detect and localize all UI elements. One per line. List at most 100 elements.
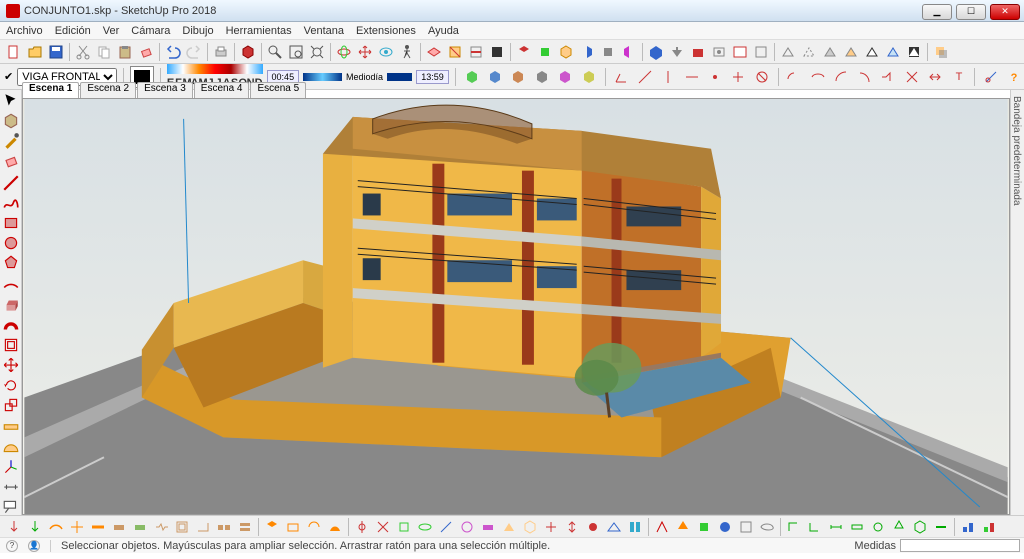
bt24-icon[interactable]: [499, 517, 519, 537]
c5-icon[interactable]: [878, 67, 897, 87]
minimize-button[interactable]: ▁: [922, 4, 952, 20]
bt10-icon[interactable]: [193, 517, 213, 537]
isoview-icon[interactable]: [556, 42, 576, 62]
sectiondisplay-icon[interactable]: [445, 42, 465, 62]
arc-tool-icon[interactable]: [2, 274, 20, 292]
bt21-icon[interactable]: [436, 517, 456, 537]
bt31-icon[interactable]: [652, 517, 672, 537]
frontview-icon[interactable]: [535, 42, 555, 62]
leftview-icon[interactable]: [619, 42, 639, 62]
bt28-icon[interactable]: [583, 517, 603, 537]
rightview-icon[interactable]: [577, 42, 597, 62]
bt36-icon[interactable]: [757, 517, 777, 537]
dimension-tool-icon[interactable]: [2, 478, 20, 496]
cross-icon[interactable]: [729, 67, 748, 87]
zoom-icon[interactable]: [265, 42, 285, 62]
share-icon[interactable]: [667, 42, 687, 62]
pan-icon[interactable]: [355, 42, 375, 62]
zoomwindow-icon[interactable]: [286, 42, 306, 62]
layout-icon[interactable]: [730, 42, 750, 62]
bt11-icon[interactable]: [214, 517, 234, 537]
paint-tool-icon[interactable]: [2, 132, 20, 150]
zoomextents-icon[interactable]: [307, 42, 327, 62]
cut-icon[interactable]: [73, 42, 93, 62]
tape-tool-icon[interactable]: [2, 418, 20, 436]
bt27-icon[interactable]: [562, 517, 582, 537]
eraser-tool-icon[interactable]: [2, 152, 20, 170]
style-mono-icon[interactable]: [862, 42, 882, 62]
hline-icon[interactable]: [682, 67, 701, 87]
bt38-icon[interactable]: [805, 517, 825, 537]
scene-tab-2[interactable]: Escena 2: [80, 82, 136, 98]
bt18-icon[interactable]: [373, 517, 393, 537]
3dwarehouse-icon[interactable]: [646, 42, 666, 62]
maximize-button[interactable]: ☐: [956, 4, 986, 20]
circle-tool-icon[interactable]: [2, 234, 20, 252]
save-icon[interactable]: [46, 42, 66, 62]
bt6-icon[interactable]: [109, 517, 129, 537]
person-icon[interactable]: 👤: [28, 540, 40, 552]
bt34-icon[interactable]: [715, 517, 735, 537]
scene-tab-3[interactable]: Escena 3: [137, 82, 193, 98]
c9-icon[interactable]: [981, 67, 1000, 87]
shadow-clock[interactable]: 13:59: [416, 70, 449, 84]
bt22-icon[interactable]: [457, 517, 477, 537]
bt16-icon[interactable]: [325, 517, 345, 537]
followme-tool-icon[interactable]: [2, 316, 20, 334]
bt30-icon[interactable]: [625, 517, 645, 537]
bt23-icon[interactable]: [478, 517, 498, 537]
solid-subtract-icon[interactable]: [532, 67, 551, 87]
text-tool-icon[interactable]: [2, 498, 20, 516]
style-wireframe-icon[interactable]: [778, 42, 798, 62]
bt33-icon[interactable]: [694, 517, 714, 537]
bt7-icon[interactable]: [130, 517, 150, 537]
vline-icon[interactable]: [658, 67, 677, 87]
solid-outer-icon[interactable]: [462, 67, 481, 87]
bt37-icon[interactable]: [784, 517, 804, 537]
shadows-icon[interactable]: [931, 42, 951, 62]
style-hidden-icon[interactable]: [799, 42, 819, 62]
help-icon[interactable]: ?: [1005, 67, 1024, 87]
bt17-icon[interactable]: [352, 517, 372, 537]
bt5-icon[interactable]: [88, 517, 108, 537]
topview-icon[interactable]: [514, 42, 534, 62]
bt44-icon[interactable]: [931, 517, 951, 537]
sectioncut-icon[interactable]: [466, 42, 486, 62]
menu-extensiones[interactable]: Extensiones: [356, 25, 416, 37]
bt2-icon[interactable]: [25, 517, 45, 537]
menu-herramientas[interactable]: Herramientas: [226, 25, 292, 37]
erase-icon[interactable]: [136, 42, 156, 62]
line-tool-icon[interactable]: [2, 174, 20, 192]
bt39-icon[interactable]: [826, 517, 846, 537]
bt9-icon[interactable]: [172, 517, 192, 537]
freehand-tool-icon[interactable]: [2, 194, 20, 212]
sectionfill-icon[interactable]: [487, 42, 507, 62]
pushpull-tool-icon[interactable]: [2, 296, 20, 314]
solid-split-icon[interactable]: [579, 67, 598, 87]
line-guide-icon[interactable]: [635, 67, 654, 87]
bt40-icon[interactable]: [847, 517, 867, 537]
model-info-icon[interactable]: [238, 42, 258, 62]
bt20-icon[interactable]: [415, 517, 435, 537]
menu-ayuda[interactable]: Ayuda: [428, 25, 459, 37]
angular-icon[interactable]: [611, 67, 630, 87]
scene-tab-4[interactable]: Escena 4: [194, 82, 250, 98]
orbit-icon[interactable]: [334, 42, 354, 62]
right-tray[interactable]: Bandeja predeterminada: [1010, 90, 1024, 515]
bt43-icon[interactable]: [910, 517, 930, 537]
extension-icon[interactable]: [709, 42, 729, 62]
rotate-tool-icon[interactable]: [2, 376, 20, 394]
menu-edicion[interactable]: Edición: [55, 25, 91, 37]
new-icon[interactable]: [4, 42, 24, 62]
protractor-tool-icon[interactable]: [2, 438, 20, 456]
solid-trim-icon[interactable]: [556, 67, 575, 87]
bt13-icon[interactable]: [262, 517, 282, 537]
bt45-icon[interactable]: [958, 517, 978, 537]
open-icon[interactable]: [25, 42, 45, 62]
bt12-icon[interactable]: [235, 517, 255, 537]
c3-icon[interactable]: [832, 67, 851, 87]
point-icon[interactable]: [705, 67, 724, 87]
bt19-icon[interactable]: [394, 517, 414, 537]
menu-archivo[interactable]: Archivo: [6, 25, 43, 37]
select-tool-icon[interactable]: [2, 92, 20, 110]
